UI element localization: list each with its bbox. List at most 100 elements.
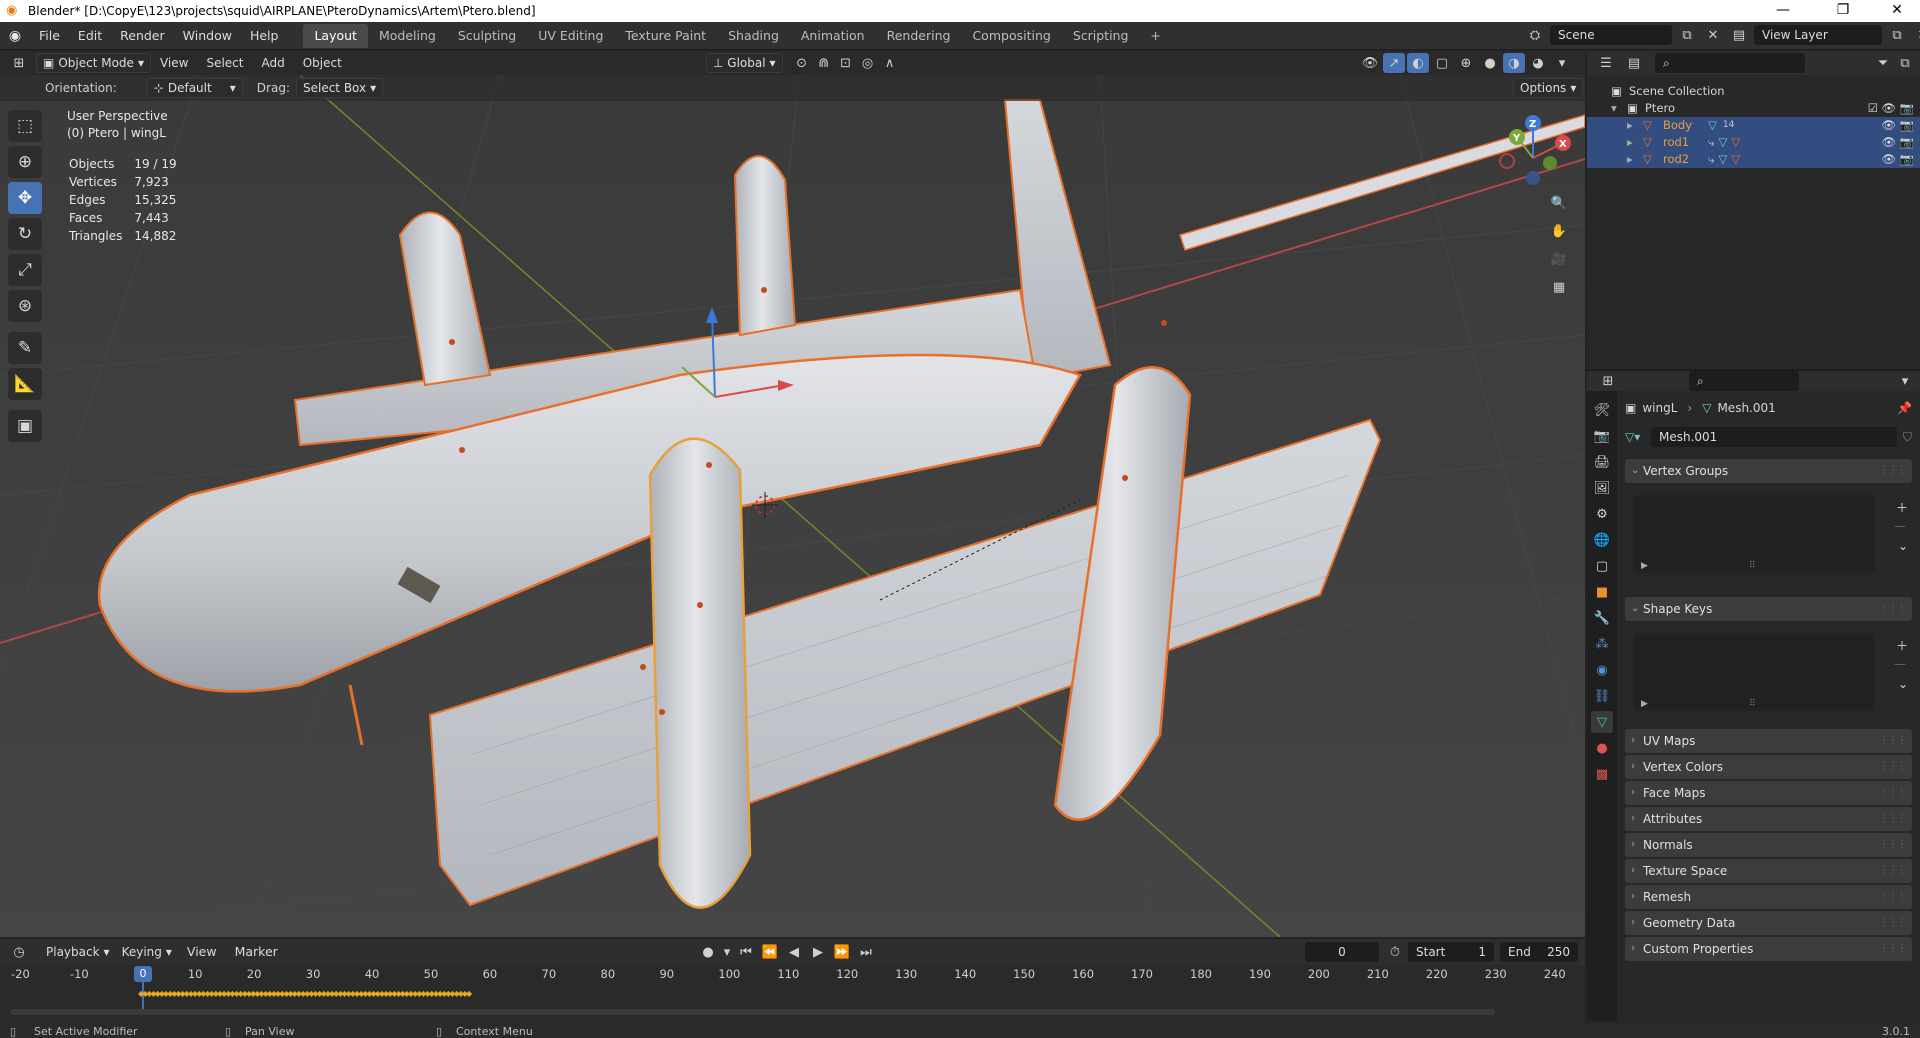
drag-grip-icon[interactable]: ⋮⋮⋮ — [1879, 911, 1907, 935]
add-shape-key-icon[interactable]: ＋ — [1896, 637, 1908, 654]
scene-tab-icon[interactable]: ⚙ — [1591, 503, 1613, 525]
proportional-edit-icon[interactable]: ◎ — [857, 53, 879, 73]
tab-layout[interactable]: Layout — [303, 23, 368, 48]
chevron-down-icon[interactable]: ⌄ — [1898, 539, 1908, 553]
panel-attributes[interactable]: › Attributes ⋮⋮⋮ — [1625, 807, 1912, 831]
blender-menu-icon[interactable]: ◉ — [0, 28, 30, 44]
xray-icon[interactable]: ▢ — [1431, 53, 1453, 73]
play-icon[interactable]: ▶ — [807, 942, 829, 962]
add-workspace-button[interactable]: + — [1139, 24, 1171, 48]
tab-uv-editing[interactable]: UV Editing — [527, 24, 614, 48]
playhead-indicator[interactable]: 0 — [134, 966, 152, 982]
clock-icon[interactable]: ⏱ — [1384, 942, 1406, 962]
mesh-browse-icon[interactable]: ▽▾ — [1625, 430, 1651, 444]
end-frame-field[interactable]: End 250 — [1500, 942, 1578, 962]
particles-tab-icon[interactable]: ⁂ — [1591, 633, 1613, 655]
zoom-icon[interactable]: 🔍 — [1548, 193, 1570, 213]
constraints-tab-icon[interactable]: ⛓ — [1591, 685, 1613, 707]
timeline-menu-view[interactable]: View — [178, 941, 226, 963]
scene-selector[interactable]: Scene — [1550, 25, 1672, 45]
current-frame-field[interactable]: 0 — [1305, 942, 1379, 962]
checkbox-icon[interactable]: ☑ — [1868, 100, 1878, 117]
chevron-down-icon[interactable]: ⌄ — [1898, 677, 1908, 691]
object-tab-icon[interactable]: ■ — [1591, 581, 1613, 603]
shape-key-list[interactable]: ▶ ⠿ — [1633, 633, 1875, 711]
cursor-tool-icon[interactable]: ⊕ — [8, 146, 42, 178]
maximize-button[interactable]: ❐ — [1820, 0, 1866, 22]
collection-tab-icon[interactable]: ▢ — [1591, 555, 1613, 577]
modifier-tab-icon[interactable]: 🔧 — [1591, 607, 1613, 629]
add-cube-tool-icon[interactable]: ▣ — [8, 410, 42, 442]
mode-selector[interactable]: ▣ Object Mode ▾ — [36, 53, 151, 73]
expand-triangle-icon[interactable]: ▶ — [1641, 561, 1648, 571]
remove-shape-key-icon[interactable]: — — [1894, 657, 1906, 671]
drag-grip-icon[interactable]: ⋮⋮⋮ — [1879, 729, 1907, 753]
timeline-editor-icon[interactable]: ◷ — [8, 942, 30, 962]
visibility-icon[interactable]: 👁 — [1359, 53, 1381, 73]
expand-arrow-icon[interactable]: ▸ — [1627, 151, 1643, 168]
list-resize-grip-icon[interactable]: ⠿ — [1749, 699, 1756, 709]
tab-rendering[interactable]: Rendering — [876, 24, 962, 48]
list-resize-grip-icon[interactable]: ⠿ — [1749, 561, 1756, 571]
camera-icon[interactable]: 📷 — [1900, 151, 1914, 168]
expand-triangle-icon[interactable]: ▶ — [1641, 699, 1648, 709]
tab-animation[interactable]: Animation — [790, 24, 876, 48]
measure-tool-icon[interactable]: 📐 — [8, 368, 42, 400]
falloff-icon[interactable]: ∧ — [879, 53, 901, 73]
panel-texture-space[interactable]: › Texture Space ⋮⋮⋮ — [1625, 859, 1912, 883]
keyframe-row[interactable]: ◆◆◆◆◆◆◆◆◆◆◆◆◆◆◆◆◆◆◆◆◆◆◆◆◆◆◆◆◆◆◆◆◆◆◆◆◆◆◆◆… — [138, 989, 500, 999]
pivot-icon[interactable]: ⊙ — [791, 53, 813, 73]
panel-vertex-groups[interactable]: ⌄ Vertex Groups ⋮⋮⋮ — [1625, 459, 1912, 483]
drag-selector[interactable]: Select Box ▾ — [295, 78, 384, 98]
new-scene-icon[interactable]: ⧉ — [1676, 25, 1698, 45]
chevron-down-icon[interactable]: ▾ — [1894, 371, 1916, 391]
drag-grip-icon[interactable]: ⋮⋮⋮ — [1879, 755, 1907, 779]
filter-icon[interactable]: ⏷ — [1872, 53, 1894, 73]
timeline-scrollbar[interactable] — [10, 1009, 1495, 1015]
drag-grip-icon[interactable]: ⋮⋮⋮ — [1879, 459, 1907, 483]
timeline-menu-marker[interactable]: Marker — [226, 941, 287, 963]
panel-shape-keys[interactable]: ⌄ Shape Keys ⋮⋮⋮ — [1625, 597, 1912, 621]
play-reverse-icon[interactable]: ◀ — [783, 942, 805, 962]
snap-icon[interactable]: ⋒ — [813, 53, 835, 73]
snap-target-icon[interactable]: ⊡ — [835, 53, 857, 73]
solid-shading-icon[interactable]: ● — [1479, 53, 1501, 73]
navigation-gizmo[interactable]: Z X Y — [1495, 113, 1575, 193]
transform-orientation-selector[interactable]: ⊥ Global ▾ — [705, 53, 783, 73]
delete-view-layer-icon[interactable]: ✕ — [1912, 25, 1920, 45]
expand-arrow-icon[interactable]: ▸ — [1627, 134, 1643, 151]
drag-grip-icon[interactable]: ⋮⋮⋮ — [1879, 807, 1907, 831]
prev-keyframe-icon[interactable]: ⏪ — [759, 942, 781, 962]
expand-arrow-icon[interactable]: ▸ — [1627, 117, 1643, 134]
outliner-scene-collection[interactable]: ▣ Scene Collection — [1587, 83, 1920, 100]
close-window-button[interactable]: ✕ — [1874, 0, 1920, 22]
scene-icon[interactable]: ⛭ — [1524, 25, 1546, 45]
add-vertex-group-icon[interactable]: ＋ — [1896, 499, 1908, 516]
camera-icon[interactable]: 📷 — [1900, 117, 1914, 134]
options-button[interactable]: Options ▾ — [1513, 78, 1584, 98]
tab-modeling[interactable]: Modeling — [368, 24, 447, 48]
display-mode-icon[interactable]: ▤ — [1623, 53, 1645, 73]
editor-type-icon[interactable]: ⊞ — [8, 53, 30, 73]
drag-grip-icon[interactable]: ⋮⋮⋮ — [1879, 885, 1907, 909]
annotate-tool-icon[interactable]: ✎ — [8, 332, 42, 364]
3d-viewport[interactable] — [0, 75, 1585, 937]
rendered-shading-icon[interactable]: ◕ — [1527, 53, 1549, 73]
camera-view-icon[interactable]: 🎥 — [1548, 249, 1570, 269]
panel-remesh[interactable]: › Remesh ⋮⋮⋮ — [1625, 885, 1912, 909]
delete-scene-icon[interactable]: ✕ — [1702, 25, 1724, 45]
panel-normals[interactable]: › Normals ⋮⋮⋮ — [1625, 833, 1912, 857]
minimize-button[interactable]: — — [1760, 0, 1806, 22]
eye-icon[interactable]: 👁 — [1881, 117, 1896, 134]
view-layer-icon[interactable]: ▤ — [1728, 25, 1750, 45]
overlay-toggle-icon[interactable]: ◐ — [1407, 53, 1429, 73]
tool-tab-icon[interactable]: 🛠 — [1591, 399, 1613, 421]
panel-vertex-colors[interactable]: › Vertex Colors ⋮⋮⋮ — [1625, 755, 1912, 779]
tab-sculpting[interactable]: Sculpting — [447, 24, 527, 48]
output-tab-icon[interactable]: 🖨 — [1591, 451, 1613, 473]
eye-icon[interactable]: 👁 — [1881, 151, 1896, 168]
outliner-collection-ptero[interactable]: ▾ ▣ Ptero ☑ 👁 📷 — [1587, 100, 1920, 117]
panel-geometry-data[interactable]: › Geometry Data ⋮⋮⋮ — [1625, 911, 1912, 935]
viewport-menu-object[interactable]: Object — [294, 52, 351, 74]
render-tab-icon[interactable]: 📷 — [1591, 425, 1613, 447]
